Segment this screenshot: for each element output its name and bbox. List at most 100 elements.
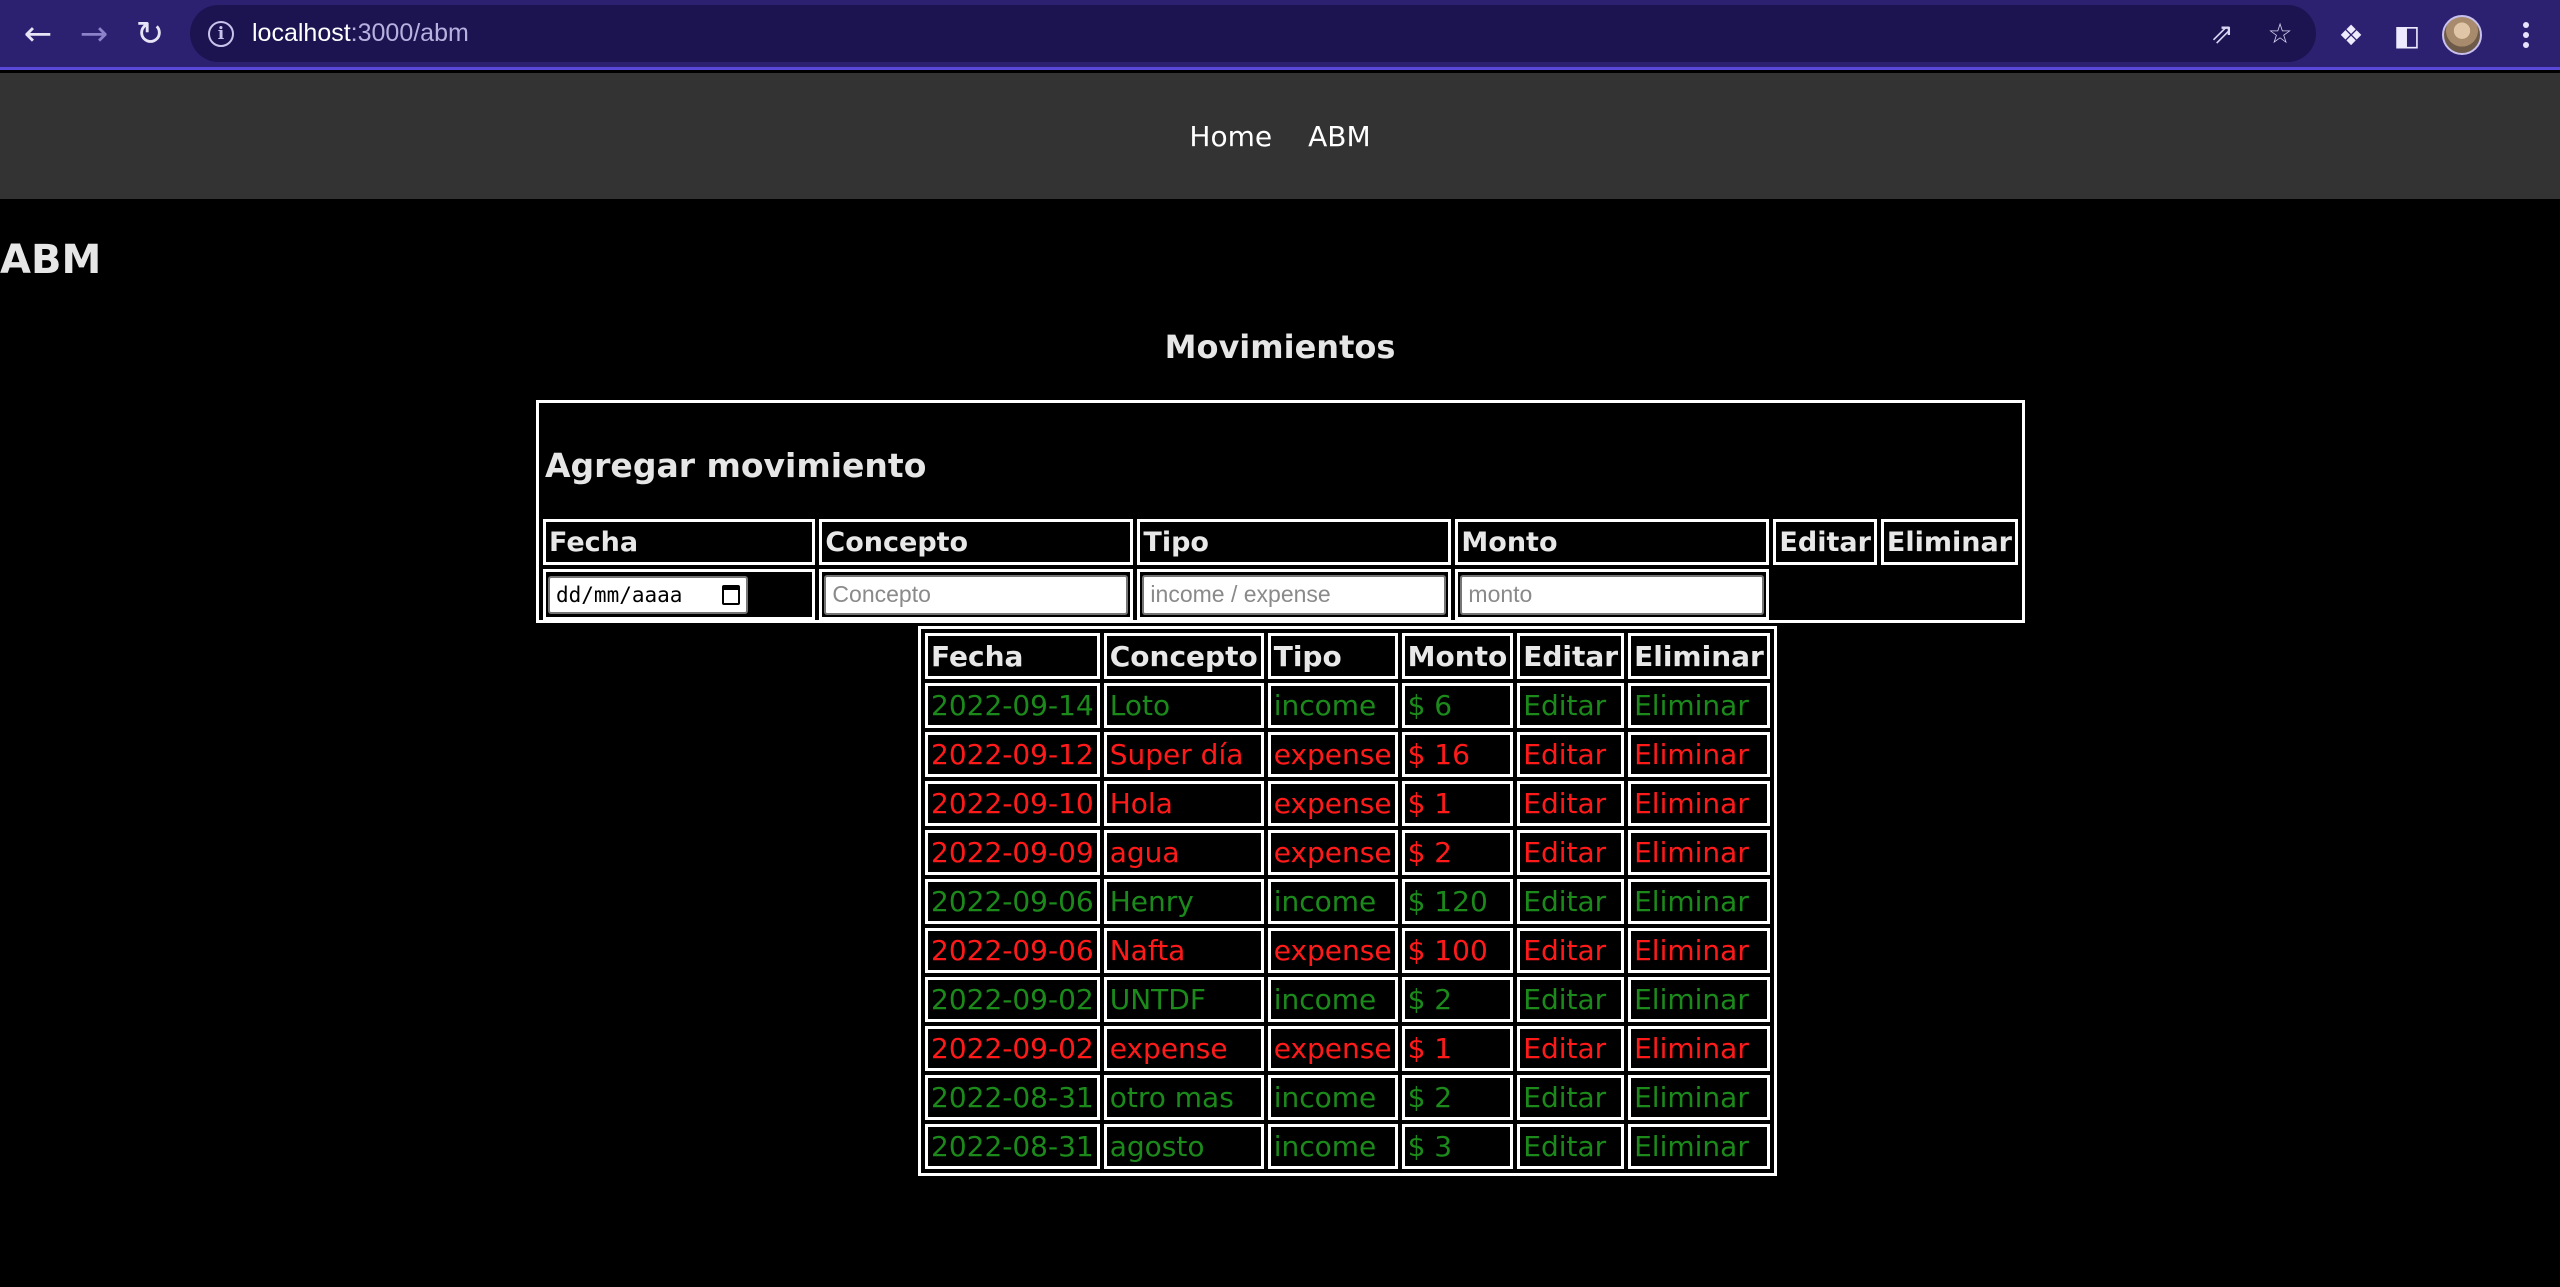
cell-concepto: agosto [1103, 1124, 1264, 1169]
add-form-table: Fecha Concepto Tipo Monto Editar Elimina… [539, 515, 2022, 624]
cell-fecha: 2022-09-12 [925, 732, 1100, 777]
cell-fecha: 2022-09-06 [925, 879, 1100, 924]
cell-tipo: income [1267, 1075, 1398, 1120]
edit-link[interactable]: Editar [1517, 732, 1625, 777]
address-bar[interactable]: i localhost:3000/abm ⇗ ☆ [190, 5, 2316, 62]
delete-link[interactable]: Eliminar [1628, 830, 1770, 875]
share-icon[interactable]: ⇗ [2200, 12, 2244, 56]
cell-concepto: Henry [1103, 879, 1264, 924]
table-row: 2022-09-09 agua expense $ 2 Editar Eliminar [925, 830, 1770, 875]
cell-concepto: UNTDF [1103, 977, 1264, 1022]
profile-avatar[interactable] [2442, 15, 2482, 55]
edit-link[interactable]: Editar [1517, 1075, 1625, 1120]
table-row: 2022-09-06 Nafta expense $ 100 Editar Elimina… [925, 928, 1770, 973]
calendar-icon[interactable] [722, 584, 740, 605]
delete-link[interactable]: Eliminar [1628, 977, 1770, 1022]
edit-link[interactable]: Editar [1517, 928, 1625, 973]
edit-link[interactable]: Editar [1517, 683, 1625, 728]
back-arrow-icon[interactable]: ← [10, 6, 66, 62]
delete-link[interactable]: Eliminar [1628, 928, 1770, 973]
date-input[interactable]: dd/mm/aaaa [548, 575, 748, 614]
delete-link[interactable]: Eliminar [1628, 732, 1770, 777]
page-title: ABM [0, 237, 102, 283]
monto-input[interactable] [1460, 574, 1765, 615]
forward-arrow-icon[interactable]: → [66, 6, 122, 62]
header-editar: Editar [1517, 633, 1625, 679]
edit-link[interactable]: Editar [1517, 977, 1625, 1022]
header-eliminar: Eliminar [1628, 633, 1770, 679]
delete-link[interactable]: Eliminar [1628, 683, 1770, 728]
add-header-editar: Editar [1773, 519, 1877, 565]
add-cell-concepto [819, 569, 1134, 620]
url-text[interactable]: localhost:3000/abm [252, 19, 469, 48]
table-row: 2022-09-14 Loto income $ 6 Editar Eliminar [925, 683, 1770, 728]
cell-concepto: Super día [1103, 732, 1264, 777]
cell-fecha: 2022-08-31 [925, 1075, 1100, 1120]
cell-tipo: income [1267, 879, 1398, 924]
add-cell-tipo [1137, 569, 1452, 620]
site-info-icon[interactable]: i [208, 20, 234, 47]
section-title: Movimientos [1164, 328, 1396, 366]
cell-concepto: agua [1103, 830, 1264, 875]
delete-link[interactable]: Eliminar [1628, 1124, 1770, 1169]
cell-concepto: Hola [1103, 781, 1264, 826]
add-form-title: Agregar movimiento [545, 446, 927, 485]
cell-tipo: expense [1267, 781, 1398, 826]
add-header-monto: Monto [1455, 519, 1770, 565]
header-monto: Monto [1401, 633, 1514, 679]
edit-link[interactable]: Editar [1517, 879, 1625, 924]
add-header-tipo: Tipo [1137, 519, 1452, 565]
table-row: 2022-09-02 expense expense $ 1 Editar Elimina… [925, 1026, 1770, 1071]
browser-menu-icon[interactable] [2508, 12, 2544, 58]
side-panel-icon[interactable]: ◧ [2386, 14, 2428, 56]
delete-link[interactable]: Eliminar [1628, 1026, 1770, 1071]
edit-link[interactable]: Editar [1517, 1026, 1625, 1071]
concepto-input[interactable] [824, 574, 1129, 615]
cell-monto: $ 3 [1401, 1124, 1514, 1169]
table-row: 2022-08-31 agosto income $ 3 Editar Eliminar [925, 1124, 1770, 1169]
add-cell-fecha: dd/mm/aaaa [543, 569, 816, 620]
browser-toolbar: ← → ↻ i localhost:3000/abm ⇗ ☆ ❖ ◧ [0, 0, 2560, 70]
cell-monto: $ 100 [1401, 928, 1514, 973]
app-navbar: Home ABM [0, 73, 2560, 199]
edit-link[interactable]: Editar [1517, 1124, 1625, 1169]
cell-monto: $ 1 [1401, 1026, 1514, 1071]
extensions-puzzle-icon[interactable]: ❖ [2330, 14, 2372, 56]
cell-fecha: 2022-09-09 [925, 830, 1100, 875]
cell-monto: $ 6 [1401, 683, 1514, 728]
table-row: 2022-09-02 UNTDF income $ 2 Editar Eliminar [925, 977, 1770, 1022]
header-concepto: Concepto [1103, 633, 1264, 679]
bookmark-star-icon[interactable]: ☆ [2258, 12, 2302, 56]
add-movement-form: Agregar movimiento Fecha Concepto Tipo M… [536, 400, 2025, 623]
cell-tipo: expense [1267, 928, 1398, 973]
table-row: 2022-09-06 Henry income $ 120 Editar Eliminar [925, 879, 1770, 924]
cell-tipo: income [1267, 977, 1398, 1022]
cell-fecha: 2022-09-02 [925, 977, 1100, 1022]
add-header-fecha: Fecha [543, 519, 816, 565]
cell-fecha: 2022-09-02 [925, 1026, 1100, 1071]
delete-link[interactable]: Eliminar [1628, 879, 1770, 924]
edit-link[interactable]: Editar [1517, 781, 1625, 826]
edit-link[interactable]: Editar [1517, 830, 1625, 875]
cell-monto: $ 2 [1401, 1075, 1514, 1120]
cell-monto: $ 16 [1401, 732, 1514, 777]
table-row: 2022-09-12 Super día expense $ 16 Editar Elim… [925, 732, 1770, 777]
cell-monto: $ 2 [1401, 830, 1514, 875]
cell-tipo: income [1267, 683, 1398, 728]
add-header-concepto: Concepto [819, 519, 1134, 565]
delete-link[interactable]: Eliminar [1628, 781, 1770, 826]
cell-concepto: Nafta [1103, 928, 1264, 973]
tipo-input[interactable] [1142, 574, 1447, 615]
nav-link-home[interactable]: Home [1189, 120, 1272, 153]
cell-concepto: Loto [1103, 683, 1264, 728]
table-row: 2022-08-31 otro mas income $ 2 Editar Elimina… [925, 1075, 1770, 1120]
cell-monto: $ 2 [1401, 977, 1514, 1022]
cell-fecha: 2022-09-14 [925, 683, 1100, 728]
header-tipo: Tipo [1267, 633, 1398, 679]
reload-icon[interactable]: ↻ [122, 6, 178, 62]
cell-tipo: income [1267, 1124, 1398, 1169]
add-header-eliminar: Eliminar [1880, 519, 2018, 565]
cell-fecha: 2022-09-06 [925, 928, 1100, 973]
delete-link[interactable]: Eliminar [1628, 1075, 1770, 1120]
nav-link-abm[interactable]: ABM [1308, 120, 1371, 153]
